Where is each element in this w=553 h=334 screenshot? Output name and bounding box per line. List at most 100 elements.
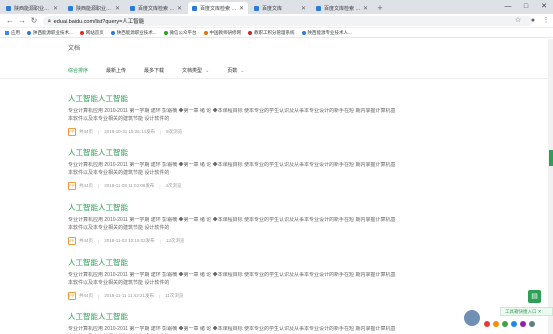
view-count: 8次浏览 [166,129,183,134]
publish-date: 2018-11-03 10:15:02发布 [104,238,155,243]
page-count: 共44页 [79,183,94,188]
baidu-favicon-icon [192,5,197,11]
result-meta: PPT 共44页 | 2018-10-31 15:26:14发布 | 8次浏览 [68,128,183,136]
tab-close-icon[interactable]: ✕ [363,5,368,12]
result-title-link[interactable]: 人工智能人工智能 [68,311,398,322]
tab-label: 百度文库 [262,5,283,12]
view-count: 4次浏览 [165,183,182,188]
page-title: 文档 [68,46,81,52]
browser-tab[interactable]: 陕西能源职业技术学院图书馆✕ [64,2,124,14]
browser-tab[interactable]: 百度文库检索 - 百度文库✕ [126,2,186,14]
chevron-down-icon: ⌄ [205,68,210,74]
view-count: 11次浏览 [165,293,184,298]
list-item: 人工智能人工智能 专业计算机应用 2010-2011 第一学期 建环 彭霜楠 ◆… [68,147,398,190]
tray-app-icon[interactable] [529,321,535,327]
tray-app-icon[interactable] [502,321,508,327]
avatar[interactable] [463,309,481,327]
bookmark-favicon-icon [203,30,208,35]
result-title-link[interactable]: 人工智能人工智能 [68,93,398,104]
tab-close-icon[interactable]: ✕ [177,5,182,12]
list-item: 人工智能人工智能 专业计算机应用 2010-2011 第一学期 建环 彭霜楠 ◆… [68,202,398,245]
bookmarks-bar: 应用 陕西能源职业技术... 网站首页 陕西能源职业技术... 微信公众平台 中… [0,28,553,38]
tray-app-icon[interactable] [493,321,499,327]
maximize-button[interactable]: □ [517,0,535,14]
tab-close-icon[interactable]: ✕ [301,5,306,12]
browser-tab[interactable]: 百度文库检索 - 百度文库✕ [312,2,372,14]
bookmark-item[interactable]: 网站首页 [79,30,104,36]
publish-date: 2018-11-09 11:02:08发布 [104,183,155,188]
result-snippet: 专业计算机应用 2010-2011 第一学期 建环 彭霜楠 ◆第一章 绪 论 ◆… [68,162,396,176]
chevron-down-icon: ⌄ [240,68,245,74]
bookmark-item[interactable]: 微信公众平台 [163,30,197,36]
baidu-favicon-icon [254,5,259,11]
profile-icon[interactable]: ● [528,14,538,28]
publish-date: 2018-10-31 15:26:14发布 [104,129,155,134]
result-snippet: 专业计算机应用 2010-2011 第一学期 建环 彭霜楠 ◆第一章 绪 论 ◆… [68,108,396,122]
tab-close-icon[interactable]: ✕ [53,5,58,12]
view-count: 13次浏览 [165,238,185,243]
result-snippet: 专业计算机应用 2010-2011 第一学期 建环 彭霜楠 ◆第一章 绪 论 ◆… [68,326,396,334]
tab-label: 陕西能源职业技术学院图书馆 [76,5,113,12]
tray-icons [484,321,538,327]
bookmark-favicon-icon [27,30,31,35]
new-tab-button[interactable]: + [374,2,386,14]
browser-tab-active[interactable]: 百度文库检索 - 百度文库✕ [188,2,248,14]
tray-app-icon[interactable] [511,321,517,327]
scrollbar-track[interactable] [548,39,553,334]
list-item: 人工智能人工智能 专业计算机应用 2010-2011 第一学期 建环 彭霜楠 ◆… [68,257,398,300]
forward-icon[interactable]: → [16,16,28,25]
browser-tab[interactable]: 百度文库 ✕ [250,2,310,14]
back-icon[interactable]: ← [4,16,16,25]
result-title-link[interactable]: 人工智能人工智能 [68,202,398,213]
result-title-link[interactable]: 人工智能人工智能 [68,147,398,158]
list-item: 人工智能人工智能 专业计算机应用 2010-2011 第一学期 建环 彭霜楠 ◆… [68,93,398,136]
result-meta: PPT 共44页 | 2018-11-03 10:15:02发布 | 13次浏览 [68,237,185,245]
result-title-link[interactable]: 人工智能人工智能 [68,257,398,268]
tab-close-icon[interactable]: ✕ [239,5,244,12]
list-item: 人工智能人工智能 专业计算机应用 2010-2011 第一学期 建环 彭霜楠 ◆… [68,311,398,334]
bookmark-item[interactable]: 中国教师研修网 [203,30,241,36]
bookmark-apps[interactable]: 应用 [5,30,20,36]
site-favicon-icon [68,5,73,11]
divider [0,78,553,79]
scrollbar-thumb[interactable] [549,150,553,166]
baidu-favicon-icon [130,5,135,11]
reload-icon[interactable]: ↻ [28,16,40,25]
result-meta: PPT 共44页 | 2018-11-09 11:02:08发布 | 4次浏览 [68,182,182,190]
ppt-file-icon: PPT [68,128,77,136]
bookmark-favicon-icon [301,30,306,35]
bookmark-item[interactable]: 陕西能源职业技术... [27,30,73,36]
minimize-button[interactable]: — [499,0,517,14]
bookmark-favicon-icon [79,30,84,35]
tray-app-icon[interactable] [484,321,490,327]
toolbox-shortcut-entry[interactable]: 工具箱快捷入口 ✕ [500,307,553,316]
apps-grid-icon [5,30,9,35]
browser-toolbar: ← → ↻ 🔒︎ eduai.baidu.com/list?query=人工智能 [0,14,553,28]
tab-label: 陕西能源职业技术学院 [14,5,51,12]
page-count: 共44页 [79,238,94,243]
floating-tool-button[interactable]: ▤ [528,290,541,303]
tab-close-icon[interactable]: ✕ [115,5,120,12]
close-window-button[interactable]: ✕ [535,0,553,14]
page-count: 共44页 [79,129,94,134]
bookmark-item[interactable]: 陕西能源职业技术... [110,30,157,36]
bookmark-item[interactable]: 教职工积分管理系统 [248,30,295,36]
address-text: eduai.baidu.com/list?query=人工智能 [53,18,145,25]
bookmark-item[interactable]: 陕西能源专业技术人... [301,30,352,36]
bookmark-favicon-icon [248,30,252,35]
tray-app-icon[interactable] [520,321,526,327]
address-bar[interactable]: 🔒︎ eduai.baidu.com/list?query=人工智能 [43,15,533,26]
page-count: 共44页 [79,293,94,298]
tab-label: 百度文库检索 - 百度文库 [324,5,361,12]
result-snippet: 专业计算机应用 2010-2011 第一学期 建环 彭霜楠 ◆第一章 绪 论 ◆… [68,217,396,231]
tab-label: 百度文库检索 - 百度文库 [200,5,237,12]
star-icon[interactable]: ☆ [513,14,523,28]
baidu-favicon-icon [316,5,321,11]
browser-tab[interactable]: 陕西能源职业技术学院✕ [2,2,62,14]
result-snippet: 专业计算机应用 2010-2011 第一学期 建环 彭霜楠 ◆第一章 绪 论 ◆… [68,272,396,286]
tab-strip: 陕西能源职业技术学院✕ 陕西能源职业技术学院图书馆✕ 百度文库检索 - 百度文库… [0,0,553,14]
tab-label: 百度文库检索 - 百度文库 [138,5,175,12]
ppt-file-icon: PPT [68,292,77,300]
result-meta: PPT 共44页 | 2018-11-11 11:42:21发布 | 11次浏览 [68,292,184,300]
menu-icon[interactable]: ⋮ [541,14,551,28]
